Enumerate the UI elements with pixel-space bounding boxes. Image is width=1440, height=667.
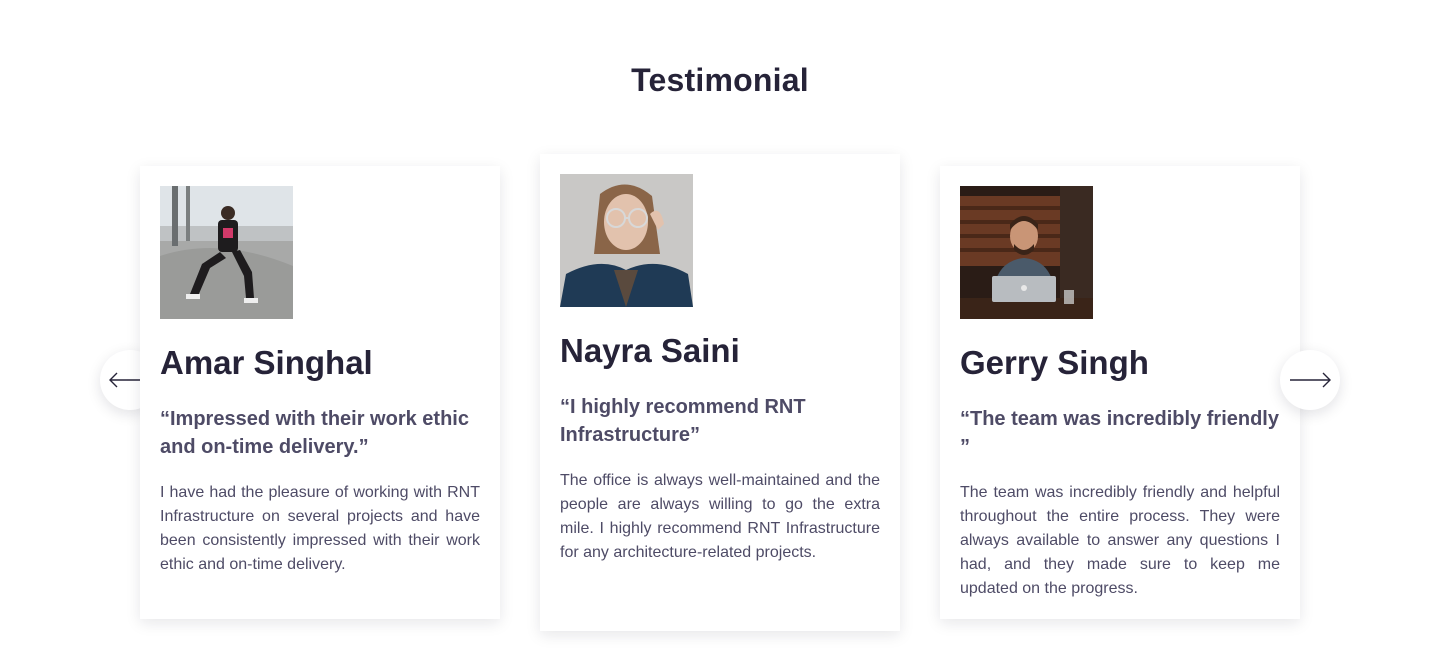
- testimonial-body: The team was incredibly friendly and hel…: [960, 484, 1280, 597]
- avatar: [160, 186, 293, 319]
- testimonial-card: Amar Singhal “Impressed with their work …: [140, 166, 500, 619]
- avatar: [960, 186, 1093, 319]
- skateboarder-photo: [160, 186, 293, 319]
- testimonial-quote: “Impressed with their work ethic and on-…: [160, 408, 469, 458]
- testimonial-card: Nayra Saini “I highly recommend RNT Infr…: [540, 154, 900, 631]
- man-laptop-photo: [960, 186, 1093, 319]
- section-title: Testimonial: [631, 62, 809, 98]
- testimonial-body: The office is always well-maintained and…: [560, 472, 880, 561]
- avatar: [560, 174, 693, 307]
- testimonial-name: Gerry Singh: [960, 344, 1149, 381]
- testimonial-name: Nayra Saini: [560, 332, 740, 369]
- testimonial-quote: “I highly recommend RNT Infrastructure”: [560, 396, 806, 446]
- testimonial-name: Amar Singhal: [160, 344, 373, 381]
- testimonial-quote: “The team was incredibly friendly ”: [960, 408, 1279, 458]
- testimonial-card: Gerry Singh “The team was incredibly fri…: [940, 166, 1300, 619]
- arrow-right-icon: [1290, 372, 1331, 388]
- woman-glasses-photo: [560, 174, 693, 307]
- next-button[interactable]: [1280, 350, 1340, 410]
- testimonial-section: Testimonial Amar Singhal “Impressed with…: [0, 0, 1440, 667]
- testimonial-body: I have had the pleasure of working with …: [160, 484, 480, 573]
